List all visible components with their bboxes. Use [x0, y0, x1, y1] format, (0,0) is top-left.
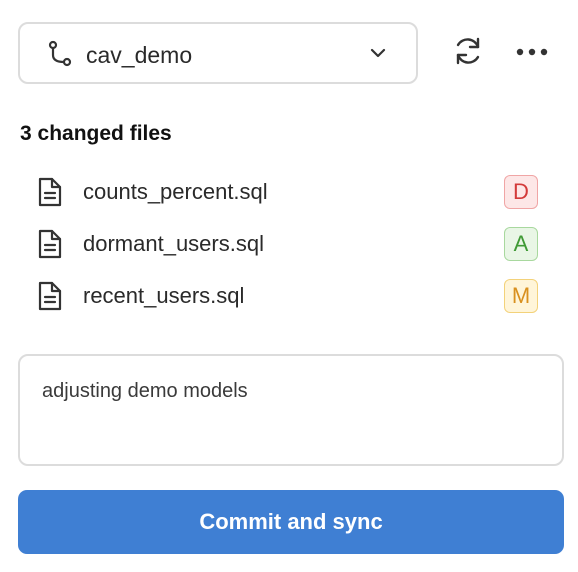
file-icon: [37, 177, 63, 207]
refresh-icon: [451, 34, 485, 73]
file-icon: [37, 281, 63, 311]
file-name: recent_users.sql: [83, 283, 245, 308]
branch-selector[interactable]: cav_demo: [18, 22, 418, 84]
source-control-panel: cav_demo 3 changed files counts_percent.…: [0, 0, 578, 572]
file-row[interactable]: counts_percent.sql D: [0, 170, 578, 210]
file-name: counts_percent.sql: [83, 179, 268, 204]
file-row[interactable]: recent_users.sql M: [0, 274, 578, 314]
file-row[interactable]: dormant_users.sql A: [0, 222, 578, 262]
commit-message-text: adjusting demo models: [42, 380, 248, 402]
file-name: dormant_users.sql: [83, 231, 264, 256]
git-branch-icon: [46, 40, 74, 68]
more-horizontal-icon: [515, 44, 549, 62]
status-badge-modified: M: [504, 279, 538, 313]
status-badge-added: A: [504, 227, 538, 261]
commit-and-sync-button[interactable]: Commit and sync: [18, 490, 564, 554]
sync-button[interactable]: [448, 33, 488, 73]
more-options-button[interactable]: [512, 33, 552, 73]
changed-files-title: 3 changed files: [20, 122, 172, 145]
status-badge-deleted: D: [504, 175, 538, 209]
file-icon: [37, 229, 63, 259]
branch-name: cav_demo: [86, 42, 193, 68]
commit-message-input[interactable]: adjusting demo models: [18, 354, 564, 466]
chevron-down-icon: [370, 45, 386, 61]
